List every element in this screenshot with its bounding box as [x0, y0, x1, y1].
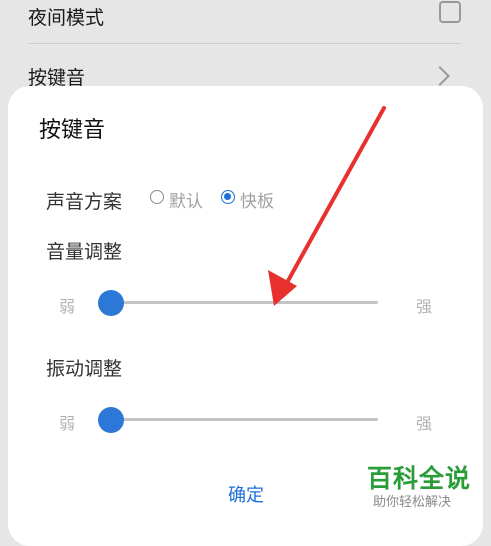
watermark-subtitle: 助你轻松解决: [373, 495, 452, 510]
annotation-arrow-icon: [268, 106, 386, 306]
watermark-logo: 百科全说: [367, 464, 472, 493]
